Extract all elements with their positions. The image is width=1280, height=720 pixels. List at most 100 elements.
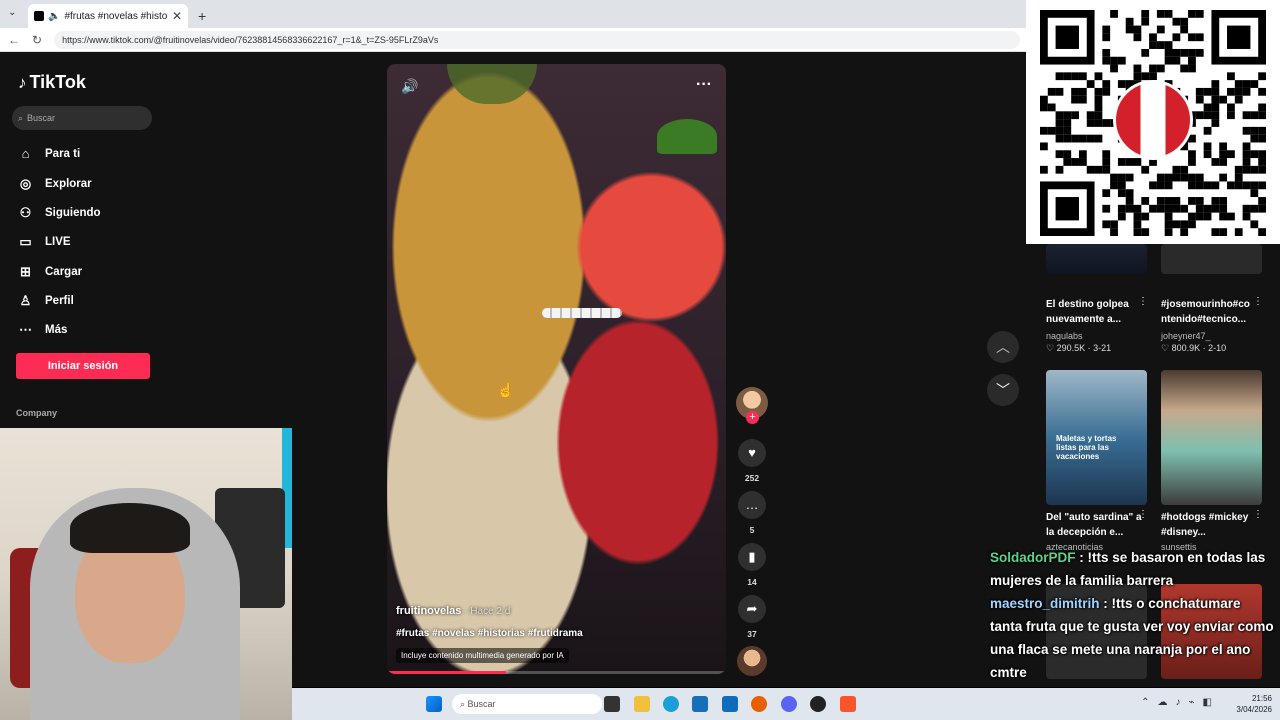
search-input[interactable]: Buscar [27, 113, 55, 123]
discord-icon[interactable] [781, 696, 797, 712]
post-time: · Hace 2 d [461, 606, 511, 617]
tiktok-favicon-icon [34, 11, 44, 21]
author-name[interactable]: fruitinovelas [396, 605, 461, 617]
more-vertical-icon[interactable]: ⋮ [1138, 509, 1148, 520]
compass-icon: ◎ [19, 176, 32, 191]
file-explorer-icon[interactable] [634, 696, 650, 712]
sidebar-item-label: Para ti [45, 147, 81, 160]
firefox-icon[interactable] [751, 696, 767, 712]
tab-menu-chevron-icon[interactable]: ⌄ [8, 7, 16, 18]
flag-icon [1113, 80, 1193, 160]
related-stats: ♡ 800.9K · 2-10 [1161, 343, 1227, 353]
more-options-icon[interactable]: ··· [696, 76, 712, 94]
sidebar-item-explorar[interactable]: ◎ Explorar [18, 176, 92, 192]
related-author[interactable]: nagulabs [1046, 331, 1083, 341]
chat-message: maestro_dimitrih : !tts o conchatumare t… [990, 592, 1275, 684]
webcam-hair [70, 503, 190, 553]
edge-browser-icon[interactable] [663, 696, 679, 712]
related-title[interactable]: #hotdogs #mickey #disney... [1161, 510, 1257, 540]
sidebar-item-cargar[interactable]: ⊞ Cargar [18, 264, 82, 280]
address-bar: ← ↻ https://www.tiktok.com/@fruitinovela… [0, 28, 1030, 52]
related-author[interactable]: joheyner47_ [1161, 331, 1211, 341]
like-count: 252 [744, 473, 760, 483]
following-icon: ⚇ [19, 205, 32, 220]
video-caption[interactable]: #frutas #novelas #historias #frutidrama [396, 628, 583, 639]
bookmark-icon: ▮ [748, 549, 756, 564]
video-player[interactable]: 🔊 ··· fruitinovelas · Hace 2 d #frutas #… [387, 64, 726, 674]
more-dots-icon: ⋯ [19, 322, 32, 337]
video-author[interactable]: fruitinovelas · Hace 2 d [396, 605, 510, 617]
upload-icon: ⊞ [20, 264, 31, 279]
logo-text: TikTok [29, 72, 86, 92]
ai-content-badge: Incluye contenido multimedia generado po… [396, 648, 569, 663]
related-thumbnail[interactable]: Maletas y tortas listas para las vacacio… [1046, 370, 1147, 505]
share-arrow-icon: ➦ [746, 601, 758, 616]
browser-tab-active[interactable]: 🔈 #frutas #novelas #historias # ✕ [28, 4, 188, 28]
related-title[interactable]: Del "auto sardina" a la decepción e... [1046, 510, 1142, 540]
volume-icon[interactable]: 🔊 [401, 78, 418, 95]
system-tray[interactable]: ⌃☁♪⌁◧ [1141, 697, 1220, 708]
tiktok-logo[interactable]: ♪ TikTok [18, 72, 86, 93]
sidebar-item-para-ti[interactable]: ⌂ Para ti [18, 146, 81, 161]
tab-close-icon[interactable]: ✕ [172, 9, 182, 23]
screen: ⌄ 🔈 #frutas #novelas #historias # ✕ + ← … [0, 0, 1280, 720]
sidebar-item-mas[interactable]: ⋯ Más [18, 322, 67, 338]
reload-icon[interactable]: ↻ [32, 33, 42, 47]
more-vertical-icon[interactable]: ⋮ [1253, 509, 1263, 520]
follow-plus-icon[interactable]: + [746, 411, 759, 424]
video-frame-detail [447, 64, 537, 104]
login-button[interactable]: Iniciar sesión [16, 353, 150, 379]
sidebar-item-live[interactable]: ▭ LIVE [18, 234, 70, 250]
stream-chat-overlay: SoldadorPDF : !tts se basaron en todas l… [990, 546, 1275, 684]
home-icon: ⌂ [21, 146, 30, 161]
obs-icon[interactable] [810, 696, 826, 712]
comment-count: 5 [749, 525, 755, 535]
search-box[interactable]: ⌕ Buscar [12, 106, 152, 130]
store-icon[interactable] [692, 696, 708, 712]
windows-start-icon[interactable] [426, 696, 442, 712]
sound-avatar[interactable] [737, 646, 767, 676]
taskbar-clock[interactable]: 21:56 3/04/2026 [1236, 693, 1272, 715]
hand-cursor-icon: ☝ [497, 382, 515, 398]
related-thumbnail[interactable] [1161, 370, 1262, 505]
taskbar-search[interactable]: ⌕ Buscar [452, 694, 602, 714]
sidebar-item-label: Cargar [45, 266, 83, 278]
outlook-icon[interactable] [722, 696, 738, 712]
taskbar-search-input[interactable]: Buscar [468, 699, 496, 709]
video-progress-fill [387, 671, 506, 674]
task-view-icon[interactable] [604, 696, 620, 712]
related-title[interactable]: #josemourinho#co ntenido#tecnico... [1161, 297, 1257, 327]
save-button[interactable]: ▮ [738, 543, 766, 571]
search-icon: ⌕ [18, 112, 24, 123]
back-icon[interactable]: ← [8, 33, 20, 47]
more-vertical-icon[interactable]: ⋮ [1138, 296, 1148, 307]
chat-username: maestro_dimitrih [990, 596, 1100, 611]
related-thumbnail[interactable] [1046, 244, 1147, 274]
video-progress-bar[interactable] [387, 671, 726, 674]
comment-button[interactable]: … [738, 491, 766, 519]
like-button[interactable]: ♥ [738, 439, 766, 467]
browser-tab-bar: ⌄ 🔈 #frutas #novelas #historias # ✕ + [0, 0, 1030, 28]
more-vertical-icon[interactable]: ⋮ [1253, 296, 1263, 307]
chat-message: SoldadorPDF : !tts se basaron en todas l… [990, 546, 1275, 592]
next-video-button[interactable]: ﹀ [987, 374, 1019, 406]
profile-icon: ♙ [19, 293, 32, 308]
sidebar-item-siguiendo[interactable]: ⚇ Siguiendo [18, 205, 101, 221]
tab-title: #frutas #novelas #historias # [64, 10, 168, 22]
sidebar-item-label: Perfil [45, 295, 74, 307]
video-frame-detail [657, 119, 717, 154]
share-count: 37 [747, 629, 757, 639]
search-icon: ⌕ [460, 699, 468, 709]
url-field[interactable]: https://www.tiktok.com/@fruitinovelas/vi… [54, 30, 1020, 49]
save-count: 14 [747, 577, 757, 587]
webcam-overlay [0, 428, 292, 720]
share-button[interactable]: ➦ [738, 595, 766, 623]
sidebar-item-perfil[interactable]: ♙ Perfil [18, 293, 74, 309]
company-link[interactable]: Company [16, 408, 57, 418]
prev-video-button[interactable]: ︿ [987, 331, 1019, 363]
new-tab-button[interactable]: + [198, 4, 206, 28]
related-thumbnail[interactable] [1161, 244, 1262, 274]
live-icon: ▭ [19, 234, 32, 249]
related-title[interactable]: El destino golpea nuevamente a... [1046, 297, 1142, 327]
brave-icon[interactable] [840, 696, 856, 712]
